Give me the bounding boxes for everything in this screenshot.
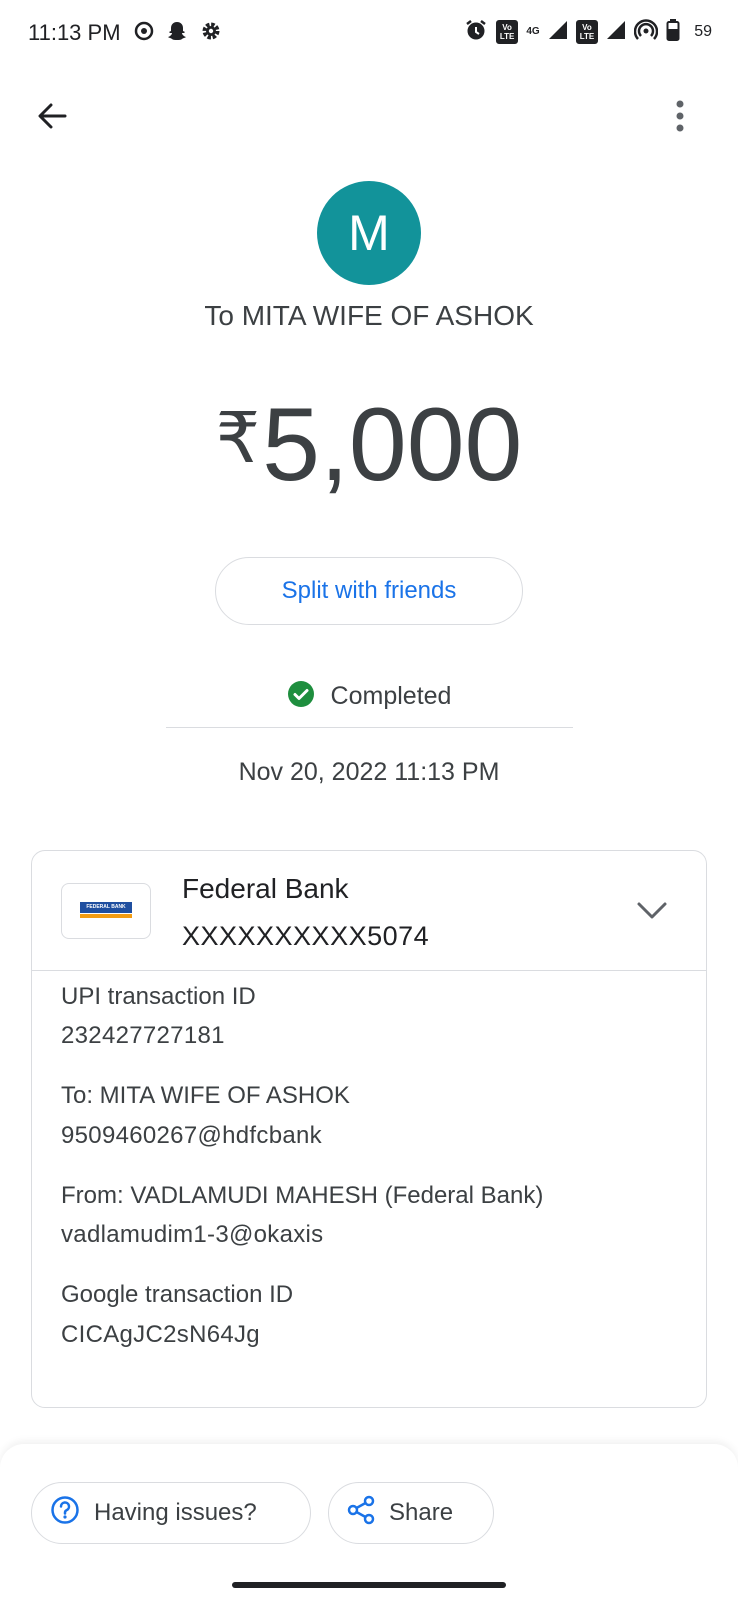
split-with-friends-button[interactable]: Split with friends [215,557,523,625]
bank-account-row[interactable]: FEDERAL BANK Federal Bank XXXXXXXXXX5074 [32,851,706,971]
to-label: To: MITA WIFE OF ASHOK [61,1082,350,1109]
chevron-down-icon[interactable] [632,891,672,931]
hotspot-icon [633,18,659,47]
volte-icon-2: Vo LTE [575,20,599,44]
amount-value: 5,000 [262,387,523,503]
from-label: From: VADLAMUDI MAHESH (Federal Bank) [61,1182,544,1209]
upi-transaction-id-label: UPI transaction ID [61,983,256,1010]
having-issues-button[interactable]: Having issues? [31,1482,311,1544]
from-upi-id: vadlamudim1-3@okaxis [61,1221,324,1248]
google-transaction-id-label: Google transaction ID [61,1281,294,1308]
status-time: 11:13 PM [28,20,121,45]
payment-amount: ₹5,000 [0,380,738,503]
federal-bank-logo-icon: FEDERAL BANK [80,902,132,920]
back-button[interactable] [28,94,76,142]
google-transaction-id-value: CICAgJC2sN64Jg [61,1321,260,1348]
recipient-title: To MITA WIFE OF ASHOK [204,300,534,331]
divider [166,727,573,728]
status-text: Completed [330,682,452,710]
bank-logo-text: FEDERAL BANK [80,902,132,913]
status-right-icons: Vo LTE 4G Vo LTE 59 [464,18,712,46]
currency-symbol: ₹ [215,399,261,477]
bank-logo: FEDERAL BANK [61,883,151,939]
snapchat-icon [166,20,188,47]
more-options-button[interactable] [658,94,702,142]
help-circle-icon [50,1495,80,1532]
bank-name: Federal Bank [182,873,349,904]
bank-account-number: XXXXXXXXXX5074 [182,921,430,951]
home-indicator[interactable] [232,1582,506,1588]
alarm-clock-icon [464,18,488,47]
status-bar: 11:13 PM Vo LTE 4G Vo LTE 59 [0,0,738,66]
arrow-back-icon [35,99,69,138]
signal-strength-icon-2 [606,20,626,45]
share-label: Share [389,1499,454,1526]
data-saver-icon [134,21,154,46]
network-4g-icon: 4G [526,26,540,37]
having-issues-label: Having issues? [94,1499,257,1526]
transaction-datetime: Nov 20, 2022 11:13 PM [238,758,500,786]
to-upi-id: 9509460267@hdfcbank [61,1122,322,1149]
check-circle-icon [287,680,315,713]
more-vertical-icon [675,99,685,138]
bottom-action-bar: Having issues? Share [0,1444,738,1600]
share-button[interactable]: Share [328,1482,494,1544]
upi-transaction-id-value: 232427727181 [61,1022,225,1049]
battery-level: 59 [694,23,712,40]
settings-gear-icon [200,20,222,47]
status-left-icons [134,20,222,46]
transaction-details-card: FEDERAL BANK Federal Bank XXXXXXXXXX5074… [31,850,707,1408]
payment-status: Completed [0,680,738,713]
volte-icon-1: Vo LTE [495,20,519,44]
recipient-avatar: M [317,181,421,285]
signal-strength-icon-1 [548,20,568,45]
battery-icon [666,18,680,47]
share-icon [347,1495,375,1532]
